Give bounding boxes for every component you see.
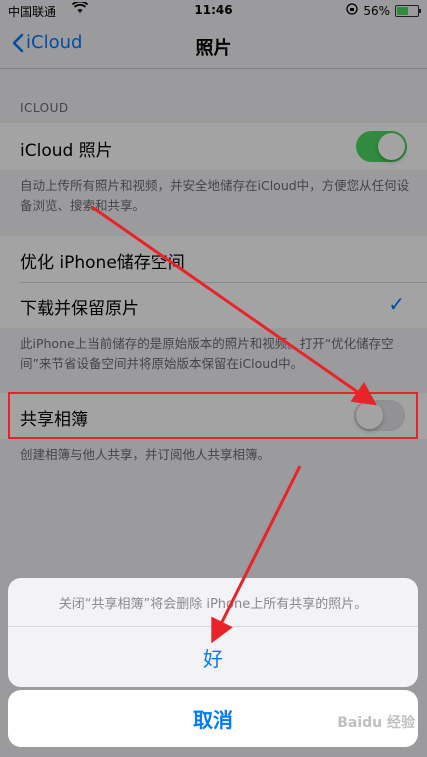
annotation-arrows bbox=[91, 205, 377, 644]
annotation-arrow-to-toggle bbox=[91, 205, 377, 406]
watermark: Baidu 经验 bbox=[337, 715, 415, 731]
annotation-arrow-to-confirm bbox=[211, 465, 302, 644]
